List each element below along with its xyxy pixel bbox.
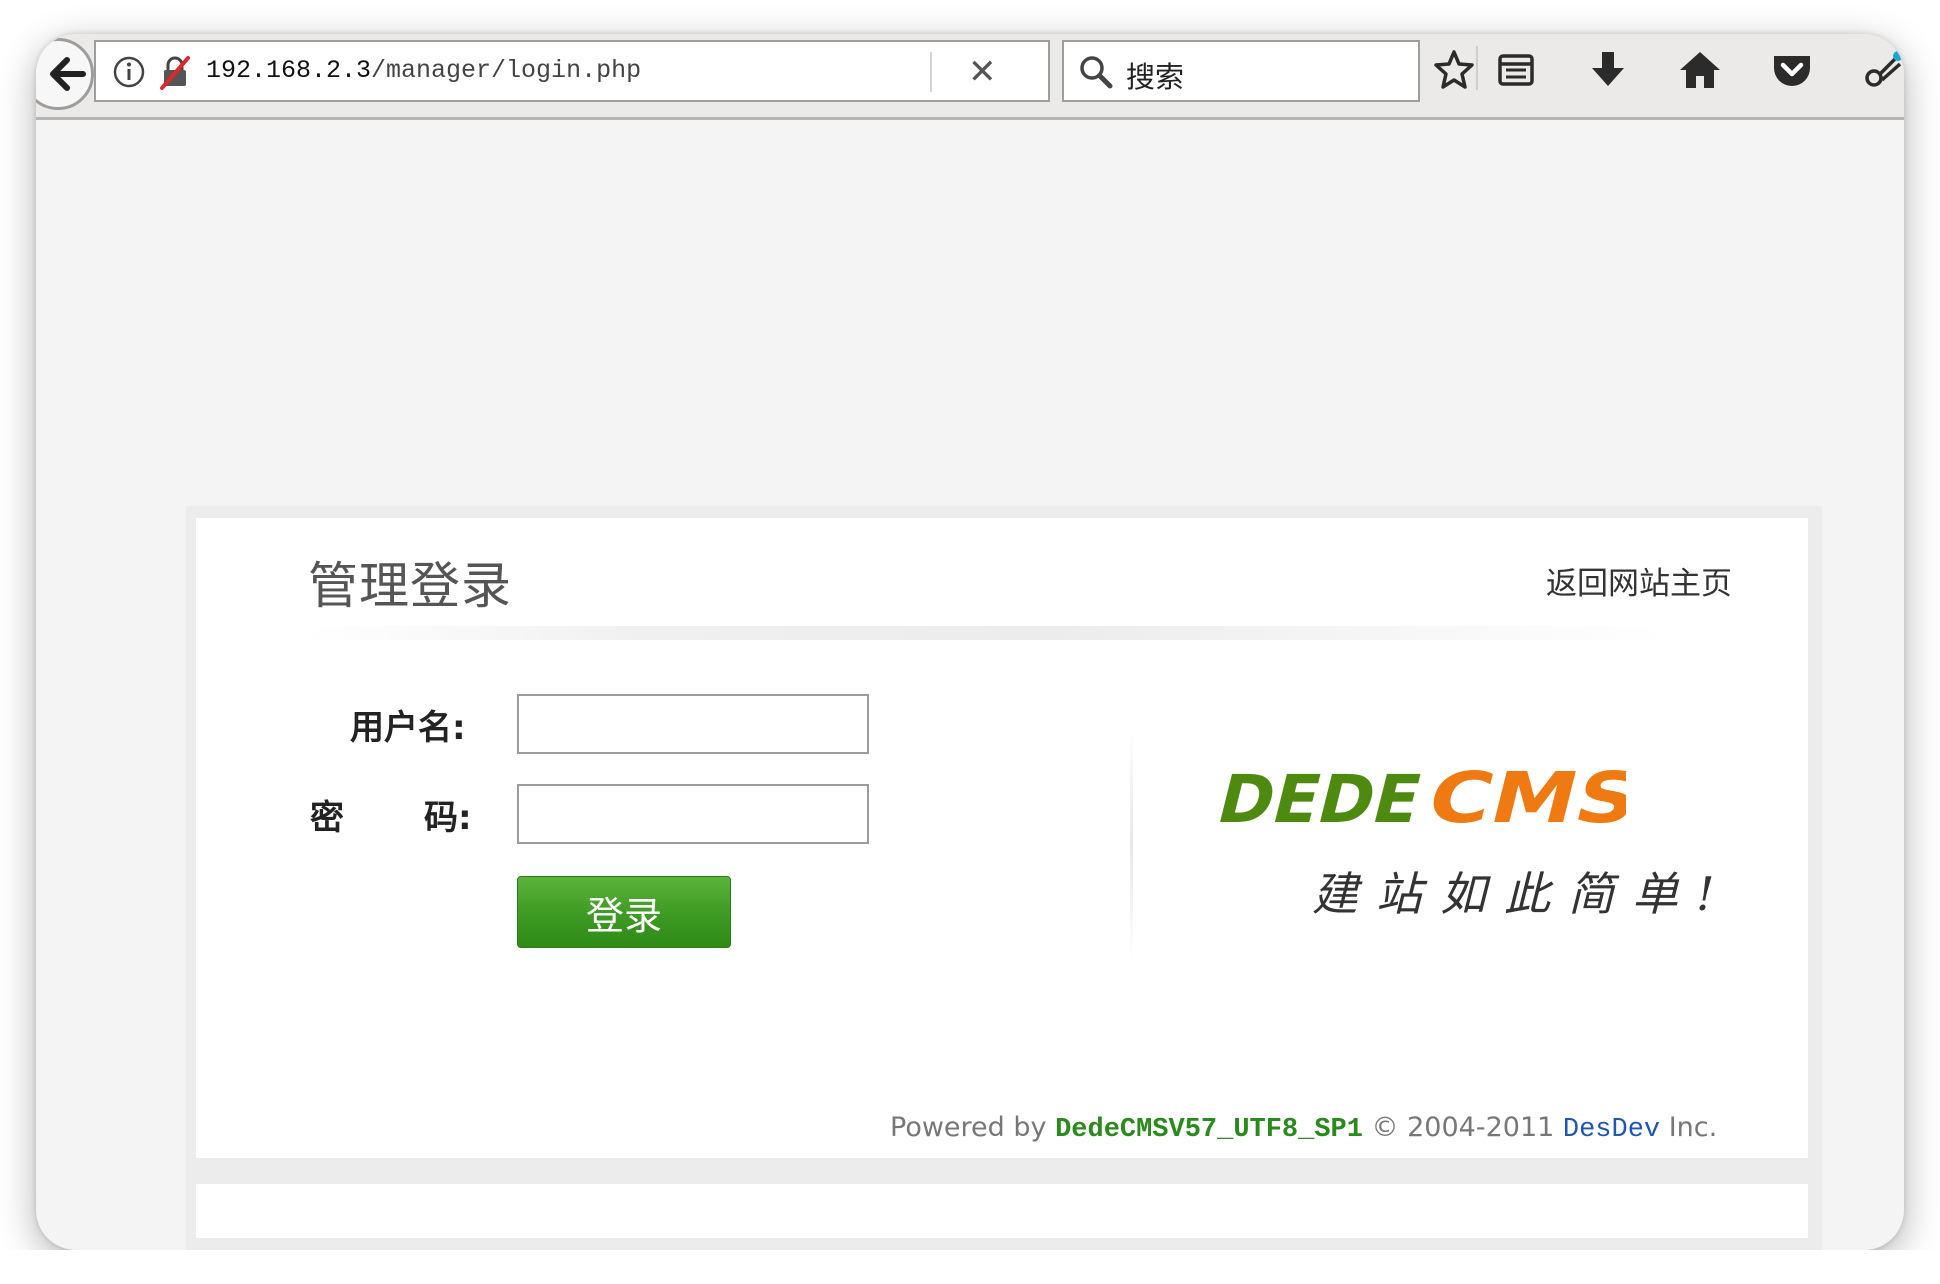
- password-label-first: 密: [310, 798, 344, 838]
- dedecms-logo: DEDE CMS: [1210, 758, 1626, 839]
- pocket-icon[interactable]: [1770, 48, 1814, 92]
- svg-text:CMS: CMS: [1420, 758, 1626, 839]
- svg-text:DEDE: DEDE: [1210, 761, 1429, 838]
- password-label-second: 码:: [424, 798, 472, 838]
- password-field[interactable]: [517, 784, 869, 844]
- search-input[interactable]: 搜索: [1126, 54, 1184, 96]
- url-text[interactable]: 192.168.2.3/manager/login.php: [206, 56, 641, 85]
- return-home-link[interactable]: 返回网站主页: [1546, 558, 1732, 603]
- toolbar-divider: [1476, 46, 1478, 90]
- reading-list-icon[interactable]: [1494, 48, 1538, 92]
- url-bar[interactable]: 192.168.2.3/manager/login.php ✕: [94, 40, 1050, 102]
- url-host: 192.168.2.3: [206, 56, 372, 85]
- username-field[interactable]: [517, 694, 869, 754]
- back-button[interactable]: [36, 38, 94, 110]
- clear-url-icon[interactable]: ✕: [968, 52, 997, 92]
- url-path: /manager/login.php: [371, 56, 642, 85]
- lower-panel: [196, 1184, 1808, 1238]
- back-arrow-icon: [50, 57, 86, 91]
- vertical-divider: [1130, 730, 1133, 960]
- info-icon[interactable]: [112, 55, 146, 89]
- url-separator: [930, 52, 932, 92]
- footer-powered-by: Powered by: [890, 1112, 1047, 1143]
- insecure-lock-icon[interactable]: [158, 54, 192, 90]
- footer: Powered by DedeCMSV57_UTF8_SP1 © 2004-20…: [890, 1112, 1717, 1145]
- footer-suffix: Inc.: [1668, 1112, 1718, 1143]
- extension-icon[interactable]: [1862, 48, 1904, 92]
- page-bottom-margin: [0, 1250, 1940, 1284]
- username-label: 用户名:: [350, 708, 466, 748]
- search-icon: [1080, 56, 1113, 89]
- title-divider: [306, 626, 1666, 640]
- login-button[interactable]: 登录: [517, 876, 731, 948]
- home-icon[interactable]: [1678, 48, 1722, 92]
- page-title: 管理登录: [308, 557, 512, 615]
- footer-company-link[interactable]: DesDev: [1563, 1115, 1660, 1145]
- download-icon[interactable]: [1586, 48, 1630, 92]
- footer-copyright: © 2004-2011: [1371, 1112, 1555, 1143]
- search-bar[interactable]: 搜索: [1062, 40, 1420, 102]
- footer-brand-link[interactable]: DedeCMSV57_UTF8_SP1: [1055, 1115, 1363, 1145]
- svg-text:建站如此简单!: 建站如此简单!: [1312, 867, 1732, 921]
- browser-toolbar: 192.168.2.3/manager/login.php ✕ 搜索: [36, 34, 1904, 120]
- dedecms-slogan: 建站如此简单!: [1312, 867, 1732, 921]
- bookmark-star-icon[interactable]: [1432, 48, 1476, 92]
